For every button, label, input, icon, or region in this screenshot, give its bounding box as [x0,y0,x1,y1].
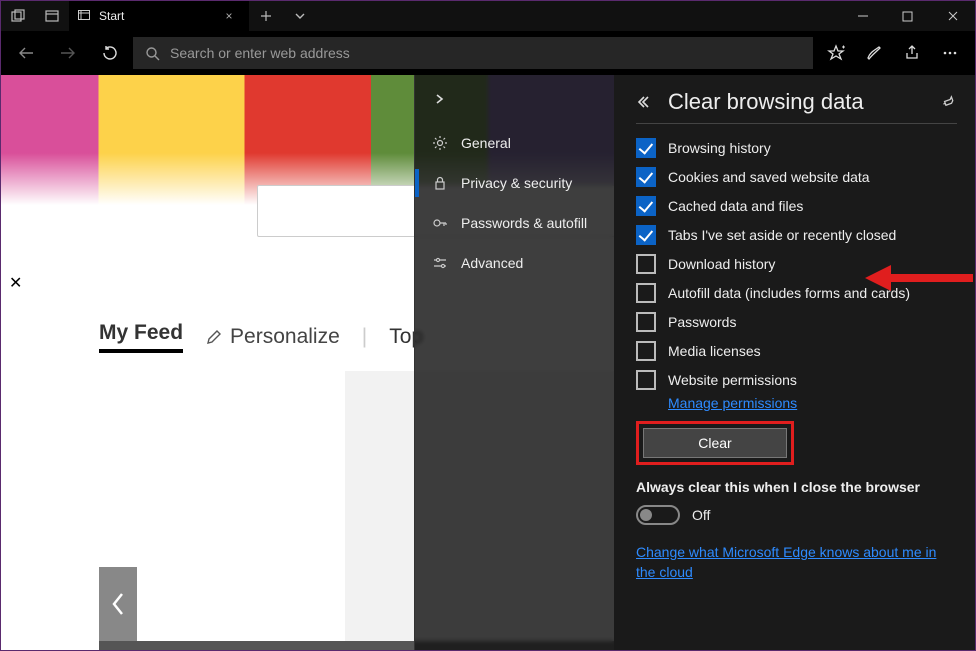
checkbox-label: Autofill data (includes forms and cards) [668,283,910,303]
always-clear-label: Always clear this when I close the brows… [636,479,957,495]
checkbox-label: Cookies and saved website data [668,167,870,187]
settings-menu-label: General [461,135,511,151]
checkbox-label: Website permissions [668,370,797,390]
settings-menu-passwords-autofill[interactable]: Passwords & autofill [415,203,614,243]
cbd-option-5[interactable]: Autofill data (includes forms and cards) [636,283,957,303]
gear-icon [431,135,449,151]
pin-button[interactable] [941,94,957,110]
forward-button[interactable] [49,33,87,73]
start-favicon [77,9,91,23]
close-window-button[interactable] [930,1,975,31]
feed-nav: My Feed Personalize | Top [99,321,423,353]
tabs-preview-button[interactable] [35,1,69,31]
tab-title: Start [99,9,211,23]
checkbox[interactable] [636,138,656,158]
checkbox-label: Passwords [668,312,736,332]
settings-menu-label: Passwords & autofill [461,215,587,231]
minimize-button[interactable] [840,1,885,31]
address-input[interactable]: Search or enter web address [133,37,813,69]
checkbox[interactable] [636,312,656,332]
settings-menu-label: Advanced [461,255,523,271]
sliders-icon [431,255,449,271]
cloud-data-link[interactable]: Change what Microsoft Edge knows about m… [636,543,957,582]
toggle-state-label: Off [692,507,710,523]
refresh-button[interactable] [91,33,129,73]
clear-button-highlight: Clear [636,421,794,465]
address-placeholder: Search or enter web address [170,45,350,61]
tabs-dropdown-button[interactable] [283,1,317,31]
address-bar: Search or enter web address [1,31,975,75]
settings-forward-button[interactable] [415,75,614,123]
tab-close-button[interactable]: × [219,9,239,23]
notes-button[interactable] [855,33,893,73]
settings-menu-label: Privacy & security [461,175,572,191]
checkbox[interactable] [636,254,656,274]
clear-button[interactable]: Clear [643,428,787,458]
checkbox[interactable] [636,196,656,216]
checkbox[interactable] [636,167,656,187]
cbd-option-6[interactable]: Passwords [636,312,957,332]
checkbox-label: Download history [668,254,775,274]
checkbox-label: Browsing history [668,138,771,158]
page-content: ✕ My Feed Personalize | Top High-Waist G… [1,75,975,650]
checkbox[interactable] [636,225,656,245]
settings-menu-general[interactable]: General [415,123,614,163]
search-icon [145,46,160,61]
cbd-option-0[interactable]: Browsing history [636,138,957,158]
always-clear-toggle[interactable] [636,505,680,525]
cbd-option-4[interactable]: Download history [636,254,957,274]
new-tab-button[interactable] [249,1,283,31]
maximize-button[interactable] [885,1,930,31]
card-prev-button[interactable] [99,567,137,641]
favorites-button[interactable] [817,33,855,73]
checkbox[interactable] [636,341,656,361]
tabs-aside-button[interactable] [1,1,35,31]
pencil-icon [205,329,222,346]
edge-window: Start × [0,0,976,651]
checkbox-label: Cached data and files [668,196,803,216]
settings-menu-privacy-security[interactable]: Privacy & security [415,163,614,203]
cbd-option-1[interactable]: Cookies and saved website data [636,167,957,187]
settings-sidebar: General Privacy & security Passwords & aut… [414,75,614,650]
tab-start[interactable]: Start × [69,1,249,31]
tab-personalize[interactable]: Personalize [205,325,340,349]
checkbox[interactable] [636,283,656,303]
checkbox-label: Tabs I've set aside or recently closed [668,225,896,245]
cbd-option-3[interactable]: Tabs I've set aside or recently closed [636,225,957,245]
back-button[interactable] [7,33,45,73]
more-button[interactable] [931,33,969,73]
cbd-option-2[interactable]: Cached data and files [636,196,957,216]
titlebar: Start × [1,1,975,31]
tab-my-feed[interactable]: My Feed [99,321,183,353]
settings-menu-advanced[interactable]: Advanced [415,243,614,283]
checkbox[interactable] [636,370,656,390]
share-button[interactable] [893,33,931,73]
manage-permissions-link[interactable]: Manage permissions [668,395,957,411]
panel-back-button[interactable] [636,95,654,109]
checkbox-label: Media licenses [668,341,761,361]
clear-browsing-data-panel: Clear browsing data Browsing history Cook… [614,75,975,650]
cbd-option-8[interactable]: Website permissions [636,370,957,390]
dismiss-button[interactable]: ✕ [9,273,22,293]
key-icon [431,215,449,231]
nav-separator: | [362,325,367,349]
lock-icon [431,175,449,191]
panel-title: Clear browsing data [668,89,927,115]
cbd-option-7[interactable]: Media licenses [636,341,957,361]
